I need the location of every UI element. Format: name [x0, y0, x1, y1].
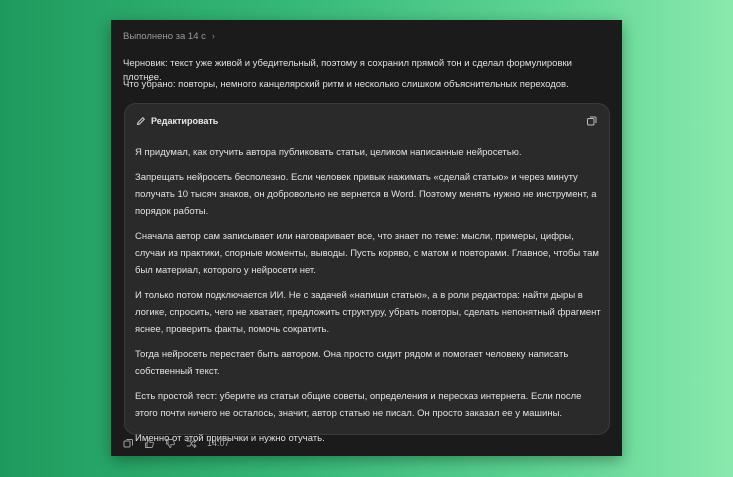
intro-line-2: Что убрано: повторы, немного канцелярски…: [123, 79, 569, 90]
draft-paragraph: Запрещать нейросеть бесполезно. Если чел…: [135, 172, 597, 217]
edit-button[interactable]: Редактировать: [136, 114, 218, 128]
thumbs-down-icon[interactable]: [165, 438, 176, 449]
draft-text: Я придумал, как отучить автора публикова…: [135, 144, 601, 455]
completion-status-text: Выполнено за 14 с: [123, 30, 206, 42]
edit-button-label: Редактировать: [151, 116, 219, 126]
draft-paragraph: Я придумал, как отучить автора публикова…: [135, 147, 522, 158]
thumbs-up-icon[interactable]: [144, 438, 155, 449]
message-actions: 14:07: [123, 436, 230, 450]
draft-paragraph: Сначала автор сам записывает или наговар…: [135, 231, 599, 276]
chevron-right-icon: ›: [211, 31, 215, 41]
chat-window: Выполнено за 14 с › Черновик: текст уже …: [111, 20, 622, 456]
draft-card: Редактировать Я придумал, как отучить ав…: [124, 103, 610, 444]
copy-icon[interactable]: [586, 115, 598, 127]
draft-paragraph: И только потом подключается ИИ. Не с зад…: [135, 290, 601, 335]
pencil-icon: [136, 116, 146, 126]
message-timestamp: 14:07: [207, 438, 230, 448]
draft-paragraph: Тогда нейросеть перестает быть автором. …: [135, 349, 569, 377]
share-icon[interactable]: [186, 438, 197, 449]
completion-status[interactable]: Выполнено за 14 с ›: [123, 29, 215, 43]
draft-paragraph: Есть простой тест: уберите из статьи общ…: [135, 391, 582, 419]
copy-icon[interactable]: [123, 438, 134, 449]
